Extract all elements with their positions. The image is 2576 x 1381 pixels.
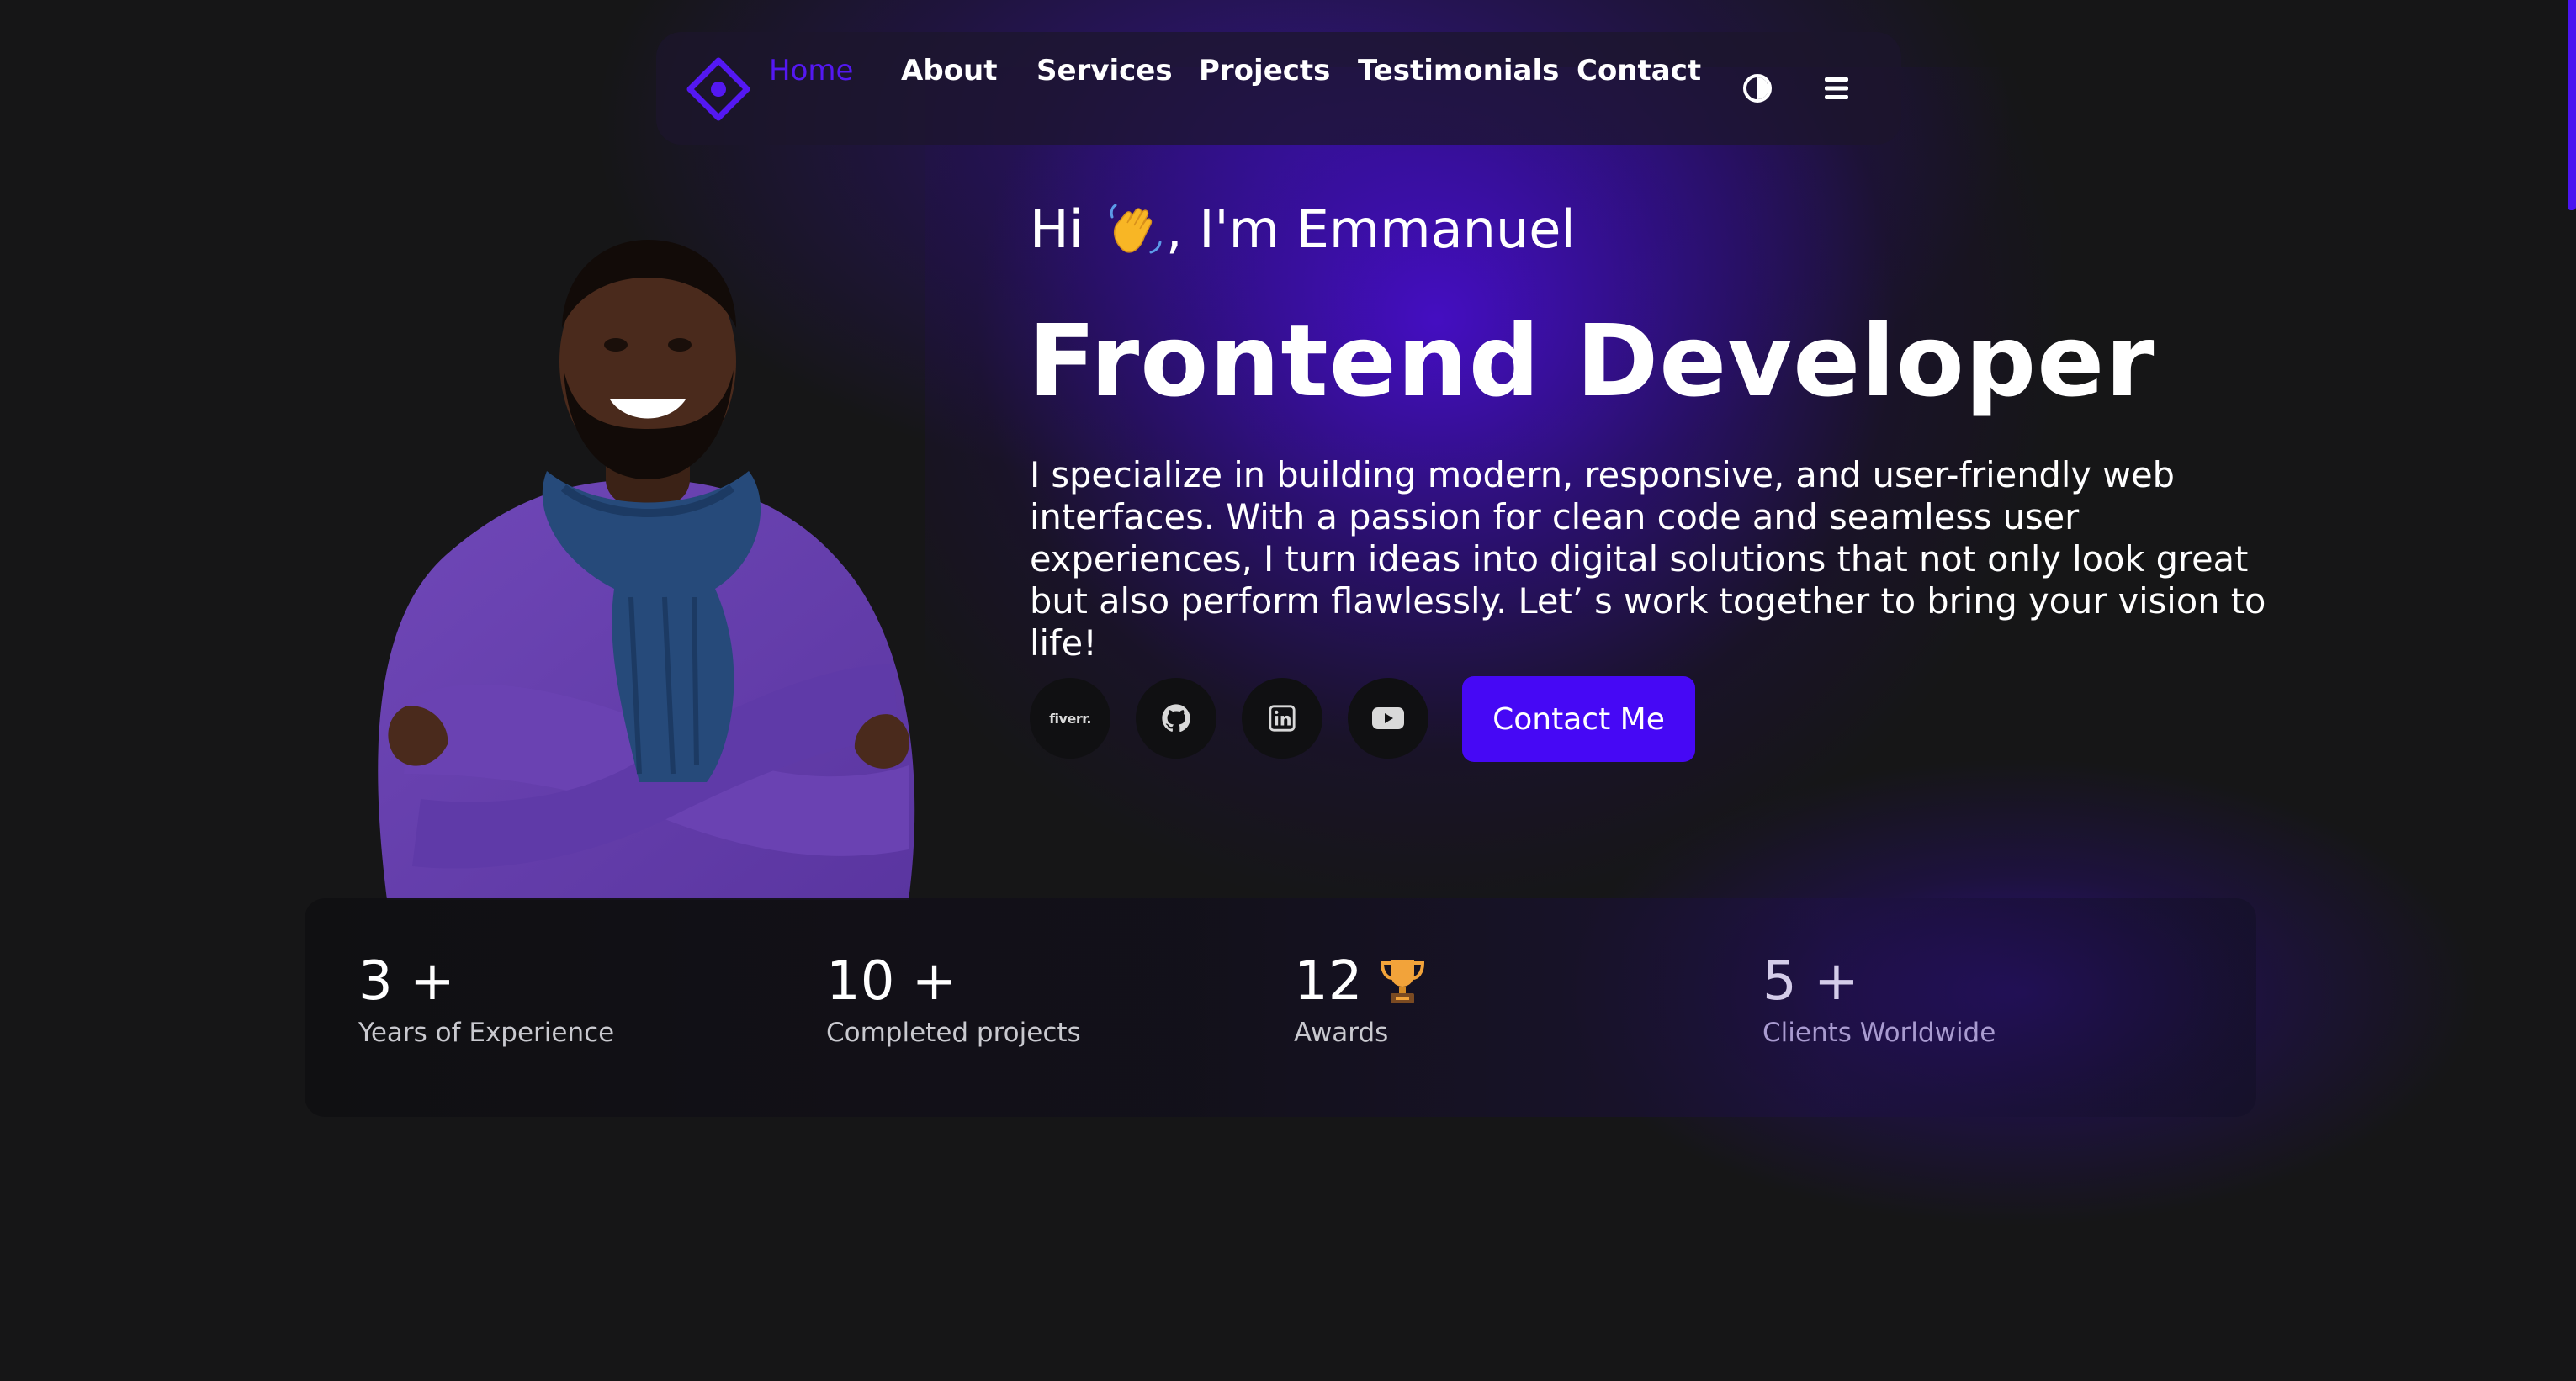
hero-description: I specialize in building modern, respons…	[1030, 454, 2266, 664]
stat-awards: 12 Awards	[1294, 952, 1426, 1048]
stat-label: Awards	[1294, 1018, 1389, 1048]
youtube-link[interactable]	[1348, 678, 1428, 759]
stat-clients: 5 + Clients Worldwide	[1762, 952, 1996, 1048]
greeting-prefix: Hi	[1030, 198, 1084, 260]
theme-toggle-icon[interactable]	[1738, 69, 1777, 108]
youtube-icon	[1372, 707, 1404, 729]
trophy-icon	[1381, 960, 1425, 1003]
nav-projects[interactable]: Projects	[1199, 54, 1330, 87]
stat-label: Completed projects	[826, 1018, 1081, 1048]
hero-greeting: Hi , I'm Emmanuel	[1030, 198, 1576, 260]
nav-testimonials[interactable]: Testimonials	[1358, 54, 1559, 87]
fiverr-link[interactable]: fiverr.	[1030, 678, 1110, 759]
page: Home About Services Projects Testimonial…	[0, 0, 2576, 1381]
stat-value: 12	[1294, 950, 1363, 1013]
greeting-suffix: , I'm Emmanuel	[1165, 198, 1576, 260]
scrollbar-thumb[interactable]	[2568, 0, 2576, 210]
stat-label: Years of Experience	[358, 1018, 615, 1048]
waving-hand-icon	[1110, 204, 1162, 253]
navbar: Home About Services Projects Testimonial…	[656, 32, 1901, 145]
contact-me-button[interactable]: Contact Me	[1462, 676, 1695, 762]
stat-value: 10 +	[826, 950, 957, 1013]
stat-experience: 3 + Years of Experience	[358, 952, 614, 1048]
github-icon	[1162, 704, 1190, 733]
linkedin-icon	[1269, 705, 1296, 732]
logo-icon[interactable]	[685, 56, 752, 123]
linkedin-link[interactable]	[1242, 678, 1322, 759]
nav-about[interactable]: About	[901, 54, 997, 87]
stat-projects: 10 + Completed projects	[826, 952, 1081, 1048]
nav-home[interactable]: Home	[769, 54, 853, 87]
nav-services[interactable]: Services	[1036, 54, 1173, 87]
stat-label: Clients Worldwide	[1762, 1018, 1996, 1048]
stat-value: 5 +	[1762, 950, 1859, 1013]
menu-icon[interactable]	[1817, 69, 1856, 108]
hero-title: Frontend Developer	[1028, 303, 2155, 419]
stat-value: 3 +	[358, 950, 455, 1013]
stats-panel: 3 + Years of Experience 10 + Completed p…	[305, 898, 2256, 1117]
fiverr-logo-text: fiverr.	[1049, 710, 1091, 727]
nav-contact[interactable]: Contact	[1577, 54, 1701, 87]
stat-value-row: 12	[1294, 952, 1426, 1011]
github-link[interactable]	[1136, 678, 1216, 759]
profile-photo	[378, 240, 915, 900]
